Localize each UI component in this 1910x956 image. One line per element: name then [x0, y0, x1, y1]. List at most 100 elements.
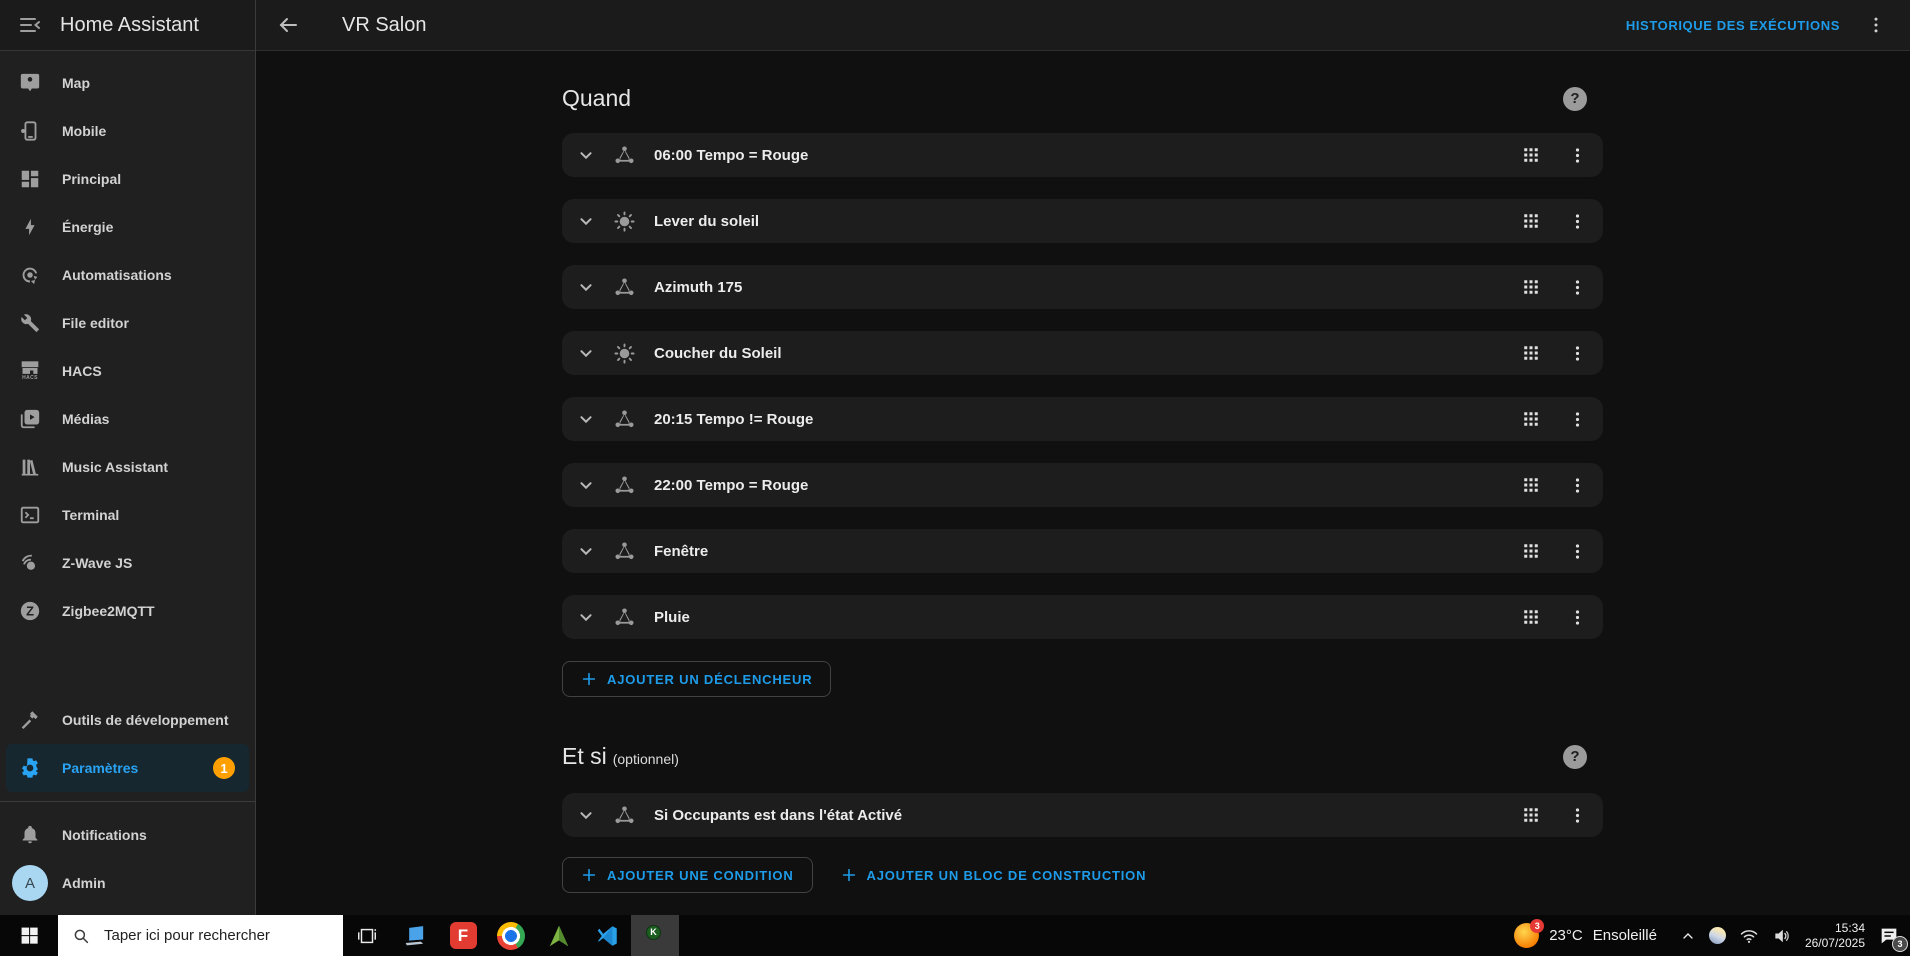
row-menu-icon[interactable]	[1568, 212, 1587, 231]
chevron-down-icon[interactable]	[574, 539, 598, 563]
sidebar-item-zigbee2mqtt[interactable]: Z Zigbee2MQTT	[0, 587, 255, 635]
trigger-row[interactable]: Azimuth 175	[562, 265, 1603, 309]
drag-handle-icon[interactable]	[1522, 476, 1540, 494]
help-icon[interactable]: ?	[1563, 744, 1587, 769]
sidebar-item-hacs[interactable]: HACS HACS	[0, 347, 255, 395]
drag-handle-icon[interactable]	[1522, 344, 1540, 362]
app-title: Home Assistant	[60, 13, 199, 36]
optional-label: (optionnel)	[612, 751, 679, 767]
run-history-button[interactable]: HISTORIQUE DES EXÉCUTIONS	[1626, 18, 1840, 33]
sidebar-item-label: Notifications	[62, 827, 147, 843]
taskbar-app-red-f[interactable]: F	[439, 915, 487, 956]
start-button[interactable]	[0, 915, 58, 956]
sidebar-item-dev-tools[interactable]: Outils de développement	[0, 696, 255, 744]
row-menu-icon[interactable]	[1568, 410, 1587, 429]
row-menu-icon[interactable]	[1568, 146, 1587, 165]
sidebar-item-label: Médias	[62, 411, 110, 427]
task-view-icon	[356, 925, 378, 947]
chrome-profile-badge: K	[646, 924, 661, 940]
sidebar-item-terminal[interactable]: Terminal	[0, 491, 255, 539]
trigger-row[interactable]: Lever du soleil	[562, 199, 1603, 243]
add-building-block-button[interactable]: AJOUTER UN BLOC DE CONSTRUCTION	[827, 857, 1161, 893]
sidebar-item-admin[interactable]: A Admin	[0, 859, 255, 907]
task-view-button[interactable]	[343, 915, 391, 956]
automation-editor: Quand ? 06:00 Tempo = Rouge Lever du sol…	[256, 51, 1910, 915]
row-menu-icon[interactable]	[1568, 608, 1587, 627]
row-menu-icon[interactable]	[1568, 806, 1587, 825]
trigger-row[interactable]: 06:00 Tempo = Rouge	[562, 133, 1603, 177]
sidebar-item-automatisations[interactable]: Automatisations	[0, 251, 255, 299]
condition-row[interactable]: Si Occupants est dans l'état Activé	[562, 793, 1603, 837]
taskbar-clock[interactable]: 15:34 26/07/2025	[1805, 921, 1865, 951]
sidebar-item-energie[interactable]: Énergie	[0, 203, 255, 251]
row-menu-icon[interactable]	[1568, 476, 1587, 495]
row-menu-icon[interactable]	[1568, 344, 1587, 363]
sidebar-item-notifications[interactable]: Notifications	[0, 811, 255, 859]
drag-handle-icon[interactable]	[1522, 146, 1540, 164]
trigger-row[interactable]: Pluie	[562, 595, 1603, 639]
taskbar-app-chrome[interactable]	[487, 915, 535, 956]
chevron-up-icon[interactable]	[1680, 928, 1696, 944]
triggers-heading: Quand	[562, 85, 632, 111]
header-menu-icon[interactable]	[1866, 15, 1886, 35]
sidebar-header: Home Assistant	[0, 0, 255, 51]
trigger-row[interactable]: 20:15 Tempo != Rouge	[562, 397, 1603, 441]
row-menu-icon[interactable]	[1568, 278, 1587, 297]
sidebar-item-label: Principal	[62, 171, 122, 187]
chevron-down-icon[interactable]	[574, 803, 598, 827]
chevron-down-icon[interactable]	[574, 605, 598, 629]
sidebar: Home Assistant Map Mobile Principal Éner…	[0, 0, 256, 915]
row-menu-icon[interactable]	[1568, 542, 1587, 561]
volume-icon[interactable]	[1772, 926, 1792, 946]
page-title: VR Salon	[342, 13, 427, 36]
trigger-row[interactable]: Fenêtre	[562, 529, 1603, 573]
chevron-down-icon[interactable]	[574, 143, 598, 167]
back-button[interactable]	[276, 12, 302, 38]
action-center-button[interactable]: 3	[1878, 925, 1908, 952]
automation-graph-icon	[613, 540, 636, 563]
menu-toggle-icon[interactable]	[18, 13, 42, 37]
chevron-down-icon[interactable]	[574, 275, 598, 299]
chevron-down-icon[interactable]	[574, 209, 598, 233]
tray-weather-moon-icon[interactable]	[1708, 927, 1726, 944]
sidebar-item-label: Admin	[62, 875, 106, 891]
taskbar-app-laptop[interactable]	[391, 915, 439, 956]
drag-handle-icon[interactable]	[1522, 278, 1540, 296]
drag-handle-icon[interactable]	[1522, 410, 1540, 428]
drag-handle-icon[interactable]	[1522, 212, 1540, 230]
content-area: VR Salon HISTORIQUE DES EXÉCUTIONS Quand…	[256, 0, 1910, 915]
sidebar-item-music-assistant[interactable]: Music Assistant	[0, 443, 255, 491]
drag-handle-icon[interactable]	[1522, 542, 1540, 560]
notification-count-badge: 3	[1892, 935, 1908, 952]
trigger-row[interactable]: Coucher du Soleil	[562, 331, 1603, 375]
add-condition-button[interactable]: AJOUTER UNE CONDITION	[562, 857, 813, 893]
sidebar-item-file-editor[interactable]: File editor	[0, 299, 255, 347]
add-trigger-button[interactable]: AJOUTER UN DÉCLENCHEUR	[562, 661, 832, 697]
play-box-icon	[18, 407, 42, 431]
taskbar-weather[interactable]: 3 23°C Ensoleillé	[1514, 919, 1657, 948]
chevron-down-icon[interactable]	[574, 341, 598, 365]
chevron-down-icon[interactable]	[574, 407, 598, 431]
trigger-row[interactable]: 22:00 Tempo = Rouge	[562, 463, 1603, 507]
taskbar-search[interactable]: Taper ici pour rechercher	[58, 915, 343, 956]
drag-handle-icon[interactable]	[1522, 608, 1540, 626]
sidebar-item-mobile[interactable]: Mobile	[0, 107, 255, 155]
condition-actions: AJOUTER UNE CONDITION AJOUTER UN BLOC DE…	[562, 857, 1603, 893]
taskbar-app-chrome-profile[interactable]: K	[631, 915, 679, 956]
help-icon[interactable]: ?	[1563, 86, 1587, 111]
trigger-label: Pluie	[654, 608, 690, 626]
wifi-icon[interactable]	[1739, 926, 1759, 946]
hammer-icon	[18, 708, 42, 732]
conditions-section-header: Et si (optionnel) ?	[562, 697, 1603, 770]
automation-graph-icon	[613, 408, 636, 431]
taskbar-app-green-arrow[interactable]	[535, 915, 583, 956]
chevron-down-icon[interactable]	[574, 473, 598, 497]
sidebar-item-map[interactable]: Map	[0, 59, 255, 107]
sidebar-item-medias[interactable]: Médias	[0, 395, 255, 443]
taskbar-app-vscode[interactable]	[583, 915, 631, 956]
drag-handle-icon[interactable]	[1522, 806, 1540, 824]
sidebar-item-zwave-js[interactable]: Z Z-Wave JS	[0, 539, 255, 587]
zwave-icon: Z	[18, 551, 42, 575]
sidebar-item-parametres[interactable]: Paramètres 1	[6, 744, 249, 792]
sidebar-item-principal[interactable]: Principal	[0, 155, 255, 203]
